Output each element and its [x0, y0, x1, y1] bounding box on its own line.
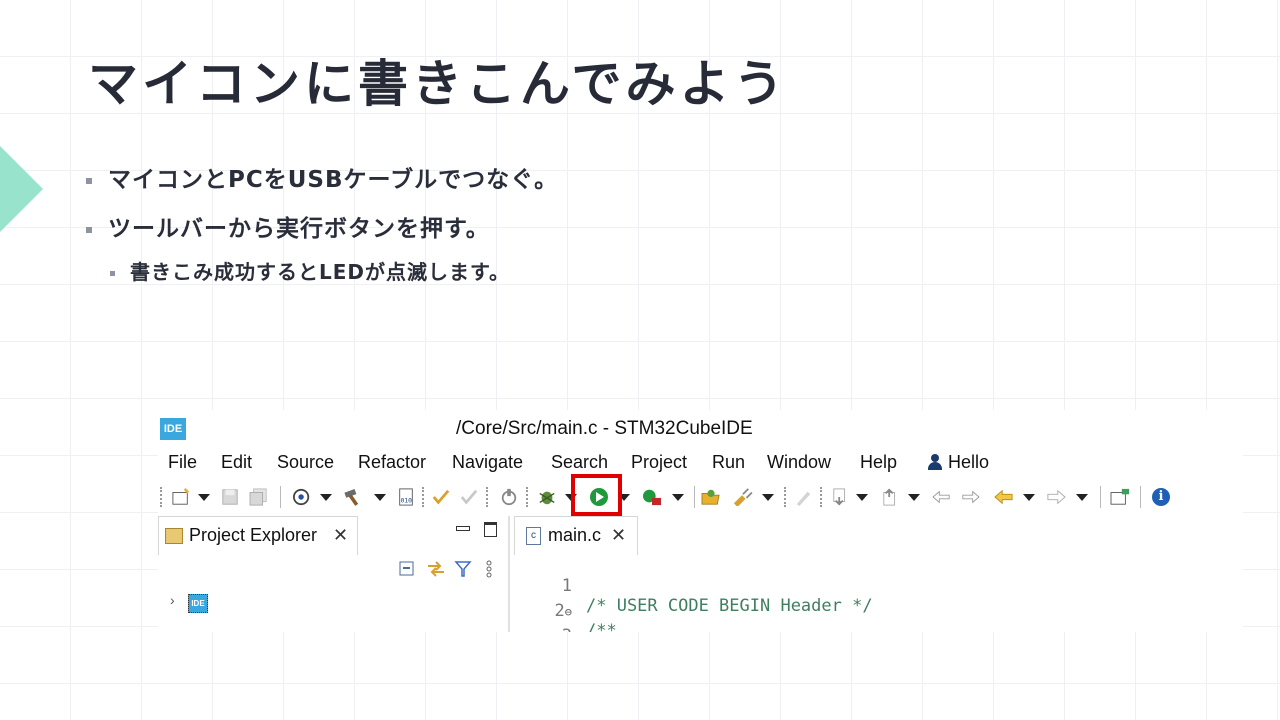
bullet-text: ツールバーから実行ボタンを押す。 [108, 216, 490, 242]
external-tools-icon[interactable] [640, 488, 664, 506]
link-editor-icon[interactable] [426, 560, 446, 578]
accent-triangle [0, 146, 43, 232]
code-text: /* USER CODE BEGIN Header */ [586, 596, 873, 616]
code-editor[interactable]: 1 /* USER CODE BEGIN Header */ 2⊖ /** 3 … [514, 556, 1243, 632]
forward-arrow-icon[interactable] [1044, 488, 1068, 506]
binary-file-icon[interactable]: 010 [396, 488, 416, 506]
new-file-icon[interactable] [170, 488, 192, 506]
filter-icon[interactable] [454, 560, 472, 578]
project-explorer-label: Project Explorer [189, 525, 318, 545]
window-title: /Core/Src/main.c - STM32CubeIDE [456, 418, 753, 439]
new-dropdown-icon[interactable] [198, 494, 210, 501]
bullet-text: マイコンとPCをUSBケーブルでつなぐ。 [108, 167, 559, 193]
last-edit-icon[interactable] [930, 488, 954, 506]
run-button-highlight [571, 474, 622, 516]
svg-text:010: 010 [401, 497, 413, 504]
ide-logo-icon: IDE [160, 418, 186, 440]
maximize-icon[interactable] [484, 522, 497, 537]
toolbar-separator [280, 486, 281, 508]
menu-source[interactable]: Source [277, 452, 334, 473]
debug-bug-icon[interactable] [536, 488, 558, 506]
last-edit-next-icon[interactable] [958, 488, 982, 506]
sub-bullet-led-blink: 書きこみ成功するとLEDが点滅します。 [110, 256, 510, 285]
menu-hello-label: Hello [948, 452, 990, 472]
ide-panels: Project Explorer ✕ › IDE c main.c ✕ 1 /*… [158, 516, 1243, 632]
save-all-icon[interactable] [248, 488, 270, 506]
back-dropdown-icon[interactable] [1023, 494, 1035, 501]
skip-breakpoints-icon[interactable] [498, 488, 520, 506]
toolbar-grip [422, 487, 426, 507]
back-arrow-icon[interactable] [992, 488, 1016, 506]
sub-bullet-text: 書きこみ成功するとLEDが点滅します。 [130, 260, 511, 284]
code-line: 3 **************************************… [514, 606, 616, 632]
menu-file[interactable]: File [168, 452, 197, 473]
menu-window[interactable]: Window [767, 452, 831, 473]
minimize-icon[interactable] [456, 526, 470, 531]
toolbar-grip [820, 487, 824, 507]
build-hammer-icon[interactable] [342, 488, 366, 506]
menu-refactor[interactable]: Refactor [358, 452, 426, 473]
ide-titlebar: IDE /Core/Src/main.c - STM32CubeIDE [158, 410, 1243, 448]
build-dropdown-icon[interactable] [374, 494, 386, 501]
next-annotation-icon[interactable] [830, 488, 852, 506]
slide-title: マイコンに書きこんでみよう [88, 55, 788, 113]
bullet-connect-usb: マイコンとPCをUSBケーブルでつなぐ。 [86, 160, 558, 194]
checkmark-disabled-icon [460, 489, 478, 505]
toolbar-grip [486, 487, 490, 507]
toolbar: 010 i [158, 482, 1243, 512]
tab-project-explorer[interactable]: Project Explorer ✕ [158, 516, 358, 555]
ide-screenshot: IDE /Core/Src/main.c - STM32CubeIDE File… [158, 410, 1243, 632]
bullet-marker [86, 226, 92, 233]
editor-tab-label: main.c [548, 525, 602, 545]
chevron-right-icon[interactable]: › [170, 592, 175, 608]
prev-annotation-dropdown-icon[interactable] [908, 494, 920, 501]
menu-hello[interactable]: Hello [928, 452, 989, 473]
next-annotation-dropdown-icon[interactable] [856, 494, 868, 501]
toolbar-grip [526, 487, 530, 507]
code-line: 1 /* USER CODE BEGIN Header */ [514, 556, 873, 616]
menu-help[interactable]: Help [860, 452, 897, 473]
toolbar-separator [694, 486, 695, 508]
pen-disabled-icon [796, 491, 811, 506]
code-line: 2⊖ /** [514, 581, 617, 632]
open-folder-icon[interactable] [700, 488, 722, 506]
menu-navigate[interactable]: Navigate [452, 452, 523, 473]
menu-run[interactable]: Run [712, 452, 745, 473]
tab-main-c[interactable]: c main.c ✕ [514, 516, 638, 555]
close-icon[interactable]: ✕ [333, 525, 348, 546]
external-tools-dropdown-icon[interactable] [672, 494, 684, 501]
toolbar-grip [160, 487, 164, 507]
device-dropdown-icon[interactable] [320, 494, 332, 501]
project-icon: IDE [188, 594, 208, 613]
menu-bar: File Edit Source Refactor Navigate Searc… [158, 448, 1243, 480]
connect-plug-icon[interactable] [730, 488, 754, 506]
project-explorer-panel: Project Explorer ✕ › IDE [158, 516, 510, 632]
line-number: 3 [514, 626, 572, 632]
folder-icon [165, 528, 183, 544]
menu-project[interactable]: Project [631, 452, 687, 473]
close-icon[interactable]: ✕ [611, 525, 626, 546]
bullet-press-run: ツールバーから実行ボタンを押す。 [86, 209, 490, 243]
user-icon [928, 454, 942, 470]
toolbar-grip [784, 487, 788, 507]
connect-dropdown-icon[interactable] [762, 494, 774, 501]
menu-edit[interactable]: Edit [221, 452, 252, 473]
editor-panel: c main.c ✕ 1 /* USER CODE BEGIN Header *… [514, 516, 1243, 632]
view-menu-icon[interactable] [484, 560, 494, 578]
bullet-marker [86, 177, 92, 184]
info-icon[interactable]: i [1152, 488, 1170, 506]
device-config-icon[interactable] [291, 488, 313, 506]
bullet-marker [110, 271, 115, 276]
prev-annotation-icon[interactable] [880, 488, 902, 506]
menu-search[interactable]: Search [551, 452, 608, 473]
open-perspective-icon[interactable] [1108, 488, 1132, 506]
collapse-all-icon[interactable] [398, 560, 416, 578]
toolbar-separator [1140, 486, 1141, 508]
forward-dropdown-icon[interactable] [1076, 494, 1088, 501]
checkmark-edit-icon[interactable] [430, 488, 452, 506]
toolbar-separator [1100, 486, 1101, 508]
save-icon[interactable] [220, 488, 240, 506]
c-file-icon: c [526, 527, 541, 545]
